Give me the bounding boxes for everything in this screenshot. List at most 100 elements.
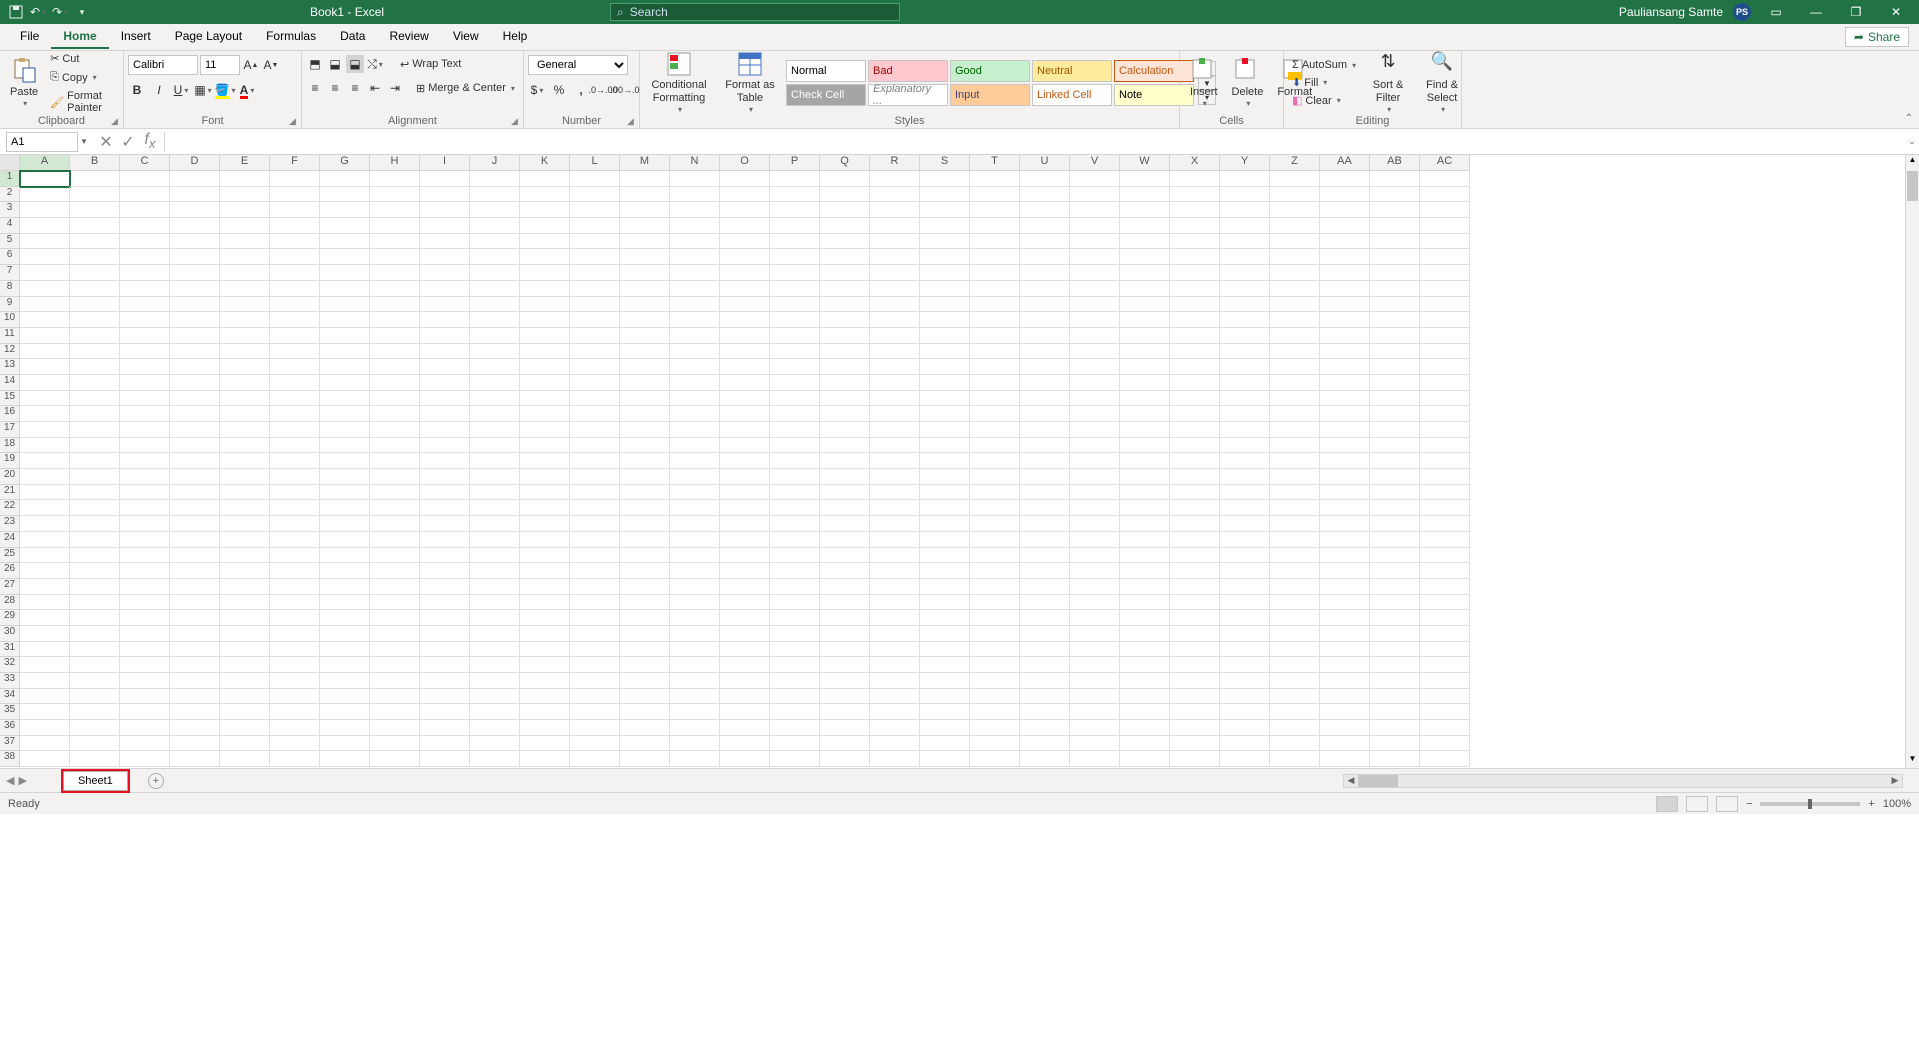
cell[interactable] bbox=[420, 579, 470, 595]
cell[interactable] bbox=[970, 312, 1020, 328]
cell[interactable] bbox=[820, 704, 870, 720]
cell[interactable] bbox=[920, 736, 970, 752]
cell[interactable] bbox=[820, 720, 870, 736]
cell[interactable] bbox=[1420, 720, 1470, 736]
cell[interactable] bbox=[720, 595, 770, 611]
cell[interactable] bbox=[1020, 312, 1070, 328]
sheet-nav-prev-icon[interactable]: ◀ bbox=[6, 774, 14, 787]
cell[interactable] bbox=[320, 438, 370, 454]
column-header[interactable]: X bbox=[1170, 155, 1220, 171]
cell[interactable] bbox=[670, 720, 720, 736]
cell[interactable] bbox=[520, 720, 570, 736]
cell[interactable] bbox=[70, 657, 120, 673]
cell[interactable] bbox=[1320, 391, 1370, 407]
cell-style-good[interactable]: Good bbox=[950, 60, 1030, 82]
column-header[interactable]: O bbox=[720, 155, 770, 171]
cell[interactable] bbox=[520, 375, 570, 391]
cell[interactable] bbox=[20, 563, 70, 579]
cell[interactable] bbox=[720, 704, 770, 720]
cell[interactable] bbox=[120, 438, 170, 454]
cell[interactable] bbox=[1020, 453, 1070, 469]
cell[interactable] bbox=[570, 642, 620, 658]
cell[interactable] bbox=[1120, 469, 1170, 485]
cell[interactable] bbox=[1020, 626, 1070, 642]
cell[interactable] bbox=[570, 359, 620, 375]
cell[interactable] bbox=[470, 579, 520, 595]
cell[interactable] bbox=[1220, 171, 1270, 187]
cell[interactable] bbox=[670, 469, 720, 485]
cell[interactable] bbox=[520, 485, 570, 501]
scroll-right-icon[interactable]: ▶ bbox=[1888, 775, 1902, 787]
format-as-table-button[interactable]: Format as Table bbox=[718, 49, 782, 117]
cell[interactable] bbox=[270, 610, 320, 626]
cell[interactable] bbox=[320, 375, 370, 391]
cell[interactable] bbox=[70, 469, 120, 485]
cell[interactable] bbox=[1320, 689, 1370, 705]
cell[interactable] bbox=[1170, 657, 1220, 673]
cell[interactable] bbox=[220, 328, 270, 344]
cell[interactable] bbox=[170, 657, 220, 673]
cell[interactable] bbox=[1320, 469, 1370, 485]
column-header[interactable]: Q bbox=[820, 155, 870, 171]
cell[interactable] bbox=[20, 375, 70, 391]
cell[interactable] bbox=[970, 579, 1020, 595]
cell[interactable] bbox=[470, 704, 520, 720]
cell[interactable] bbox=[620, 218, 670, 234]
cell[interactable] bbox=[370, 642, 420, 658]
cell[interactable] bbox=[220, 234, 270, 250]
cell[interactable] bbox=[520, 265, 570, 281]
cell[interactable] bbox=[1420, 704, 1470, 720]
cell[interactable] bbox=[470, 438, 520, 454]
cell[interactable] bbox=[1370, 281, 1420, 297]
cell[interactable] bbox=[770, 704, 820, 720]
cell[interactable] bbox=[20, 202, 70, 218]
cell[interactable] bbox=[470, 265, 520, 281]
cell[interactable] bbox=[1370, 422, 1420, 438]
cell[interactable] bbox=[420, 532, 470, 548]
cell[interactable] bbox=[170, 579, 220, 595]
cell[interactable] bbox=[620, 548, 670, 564]
select-all-corner[interactable] bbox=[0, 155, 20, 171]
cell[interactable] bbox=[1020, 673, 1070, 689]
cell[interactable] bbox=[420, 657, 470, 673]
merge-center-button[interactable]: ⊞Merge & Center bbox=[412, 80, 519, 97]
cell-styles-gallery[interactable]: NormalBadGoodNeutralCalculationCheck Cel… bbox=[786, 60, 1194, 106]
cell[interactable] bbox=[870, 704, 920, 720]
cell[interactable] bbox=[20, 500, 70, 516]
cell[interactable] bbox=[970, 328, 1020, 344]
cell[interactable] bbox=[870, 265, 920, 281]
cell[interactable] bbox=[1170, 453, 1220, 469]
cell[interactable] bbox=[1020, 391, 1070, 407]
cell[interactable] bbox=[1420, 673, 1470, 689]
cell[interactable] bbox=[970, 297, 1020, 313]
cell[interactable] bbox=[170, 438, 220, 454]
cell[interactable] bbox=[770, 453, 820, 469]
cell[interactable] bbox=[470, 610, 520, 626]
cell[interactable] bbox=[1220, 406, 1270, 422]
cell[interactable] bbox=[420, 453, 470, 469]
cell[interactable] bbox=[620, 673, 670, 689]
cell[interactable] bbox=[1170, 422, 1220, 438]
cell[interactable] bbox=[370, 500, 420, 516]
cell[interactable] bbox=[970, 532, 1020, 548]
cell[interactable] bbox=[870, 234, 920, 250]
cell[interactable] bbox=[1370, 187, 1420, 203]
cell[interactable] bbox=[20, 657, 70, 673]
cell[interactable] bbox=[270, 673, 320, 689]
cell[interactable] bbox=[1370, 406, 1420, 422]
name-box[interactable] bbox=[6, 132, 78, 152]
cell[interactable] bbox=[620, 453, 670, 469]
cell[interactable] bbox=[870, 751, 920, 767]
cell[interactable] bbox=[1170, 626, 1220, 642]
column-header[interactable]: U bbox=[1020, 155, 1070, 171]
cell[interactable] bbox=[1120, 673, 1170, 689]
cell[interactable] bbox=[70, 438, 120, 454]
cell[interactable] bbox=[1020, 689, 1070, 705]
row-header[interactable]: 23 bbox=[0, 516, 20, 532]
cell[interactable] bbox=[1270, 218, 1320, 234]
cell[interactable] bbox=[1120, 234, 1170, 250]
cell[interactable] bbox=[620, 297, 670, 313]
cell[interactable] bbox=[370, 453, 420, 469]
cell[interactable] bbox=[1220, 328, 1270, 344]
cell[interactable] bbox=[270, 657, 320, 673]
